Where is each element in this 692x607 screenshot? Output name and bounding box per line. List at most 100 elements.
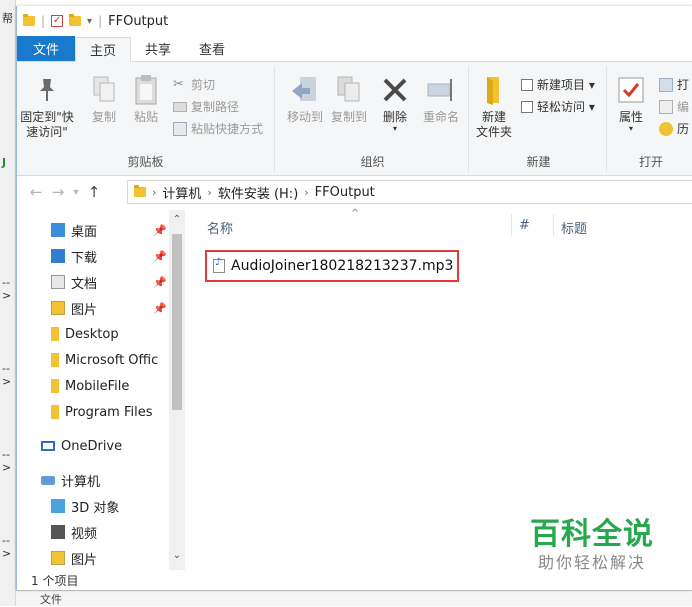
3d-objects-icon bbox=[51, 499, 65, 513]
new-folder-icon[interactable] bbox=[69, 14, 82, 26]
ribbon-tabs: 文件 主页 共享 查看 bbox=[17, 36, 692, 62]
clipboard-group: 固定到"快速访问" 复制 粘贴 ✂ 剪切 复制路径 粘贴快捷方式 剪贴板 bbox=[17, 66, 275, 172]
rename-button[interactable]: 重命名 bbox=[419, 74, 463, 125]
column-divider[interactable] bbox=[511, 214, 512, 236]
tab-share[interactable]: 共享 bbox=[131, 36, 185, 61]
nav-item-label: MobileFile bbox=[65, 378, 130, 394]
recent-locations-chevron-icon[interactable]: ▾ bbox=[69, 187, 83, 198]
up-arrow-icon[interactable]: ↑ bbox=[83, 183, 105, 201]
open-group-label: 打开 bbox=[638, 155, 663, 169]
properties-button[interactable]: 属性 ▾ bbox=[615, 74, 647, 133]
nav-pane-scrollbar[interactable]: ⌃ ⌄ bbox=[169, 210, 185, 570]
delete-button[interactable]: 删除 ▾ bbox=[379, 74, 411, 133]
tab-file[interactable]: 文件 bbox=[17, 36, 76, 61]
nav-item-videos[interactable]: 视频 bbox=[51, 520, 169, 544]
address-bar[interactable]: › 计算机 › 软件安装 (H:) › FFOutput bbox=[127, 180, 692, 204]
nav-item-pictures[interactable]: 图片 📌 bbox=[51, 296, 169, 320]
chevron-down-icon: ▾ bbox=[392, 124, 397, 133]
separator: | bbox=[41, 14, 46, 28]
column-header-number[interactable]: # bbox=[519, 218, 530, 233]
move-to-icon bbox=[289, 74, 321, 106]
copy-label: 复制 bbox=[91, 110, 116, 124]
file-name: AudioJoiner180218213237.mp3 bbox=[231, 258, 454, 274]
new-item-label: 新建项目 ▾ bbox=[537, 78, 595, 92]
column-header-title[interactable]: 标题 bbox=[561, 218, 587, 237]
watermark: 百科全说 助你轻松解决 bbox=[517, 518, 667, 574]
open-button[interactable]: 打 bbox=[659, 76, 689, 93]
nav-item-label: 图片 bbox=[71, 302, 98, 318]
nav-item-onedrive[interactable]: OneDrive bbox=[41, 434, 169, 458]
nav-item-label: Desktop bbox=[65, 326, 119, 342]
background-fragment: J bbox=[2, 156, 7, 169]
tab-view[interactable]: 查看 bbox=[185, 36, 239, 61]
open-group: 属性 ▾ 打 编 历 打开 bbox=[609, 66, 692, 172]
copy-path-icon bbox=[173, 101, 187, 112]
paste-shortcut-button[interactable]: 粘贴快捷方式 bbox=[173, 120, 263, 137]
properties-label: 属性 bbox=[618, 110, 643, 124]
customize-toolbar-icon[interactable]: ▾ bbox=[87, 16, 92, 27]
paste-shortcut-label: 粘贴快捷方式 bbox=[191, 122, 264, 136]
move-to-button[interactable]: 移动到 bbox=[283, 74, 327, 125]
sort-caret-icon: ^ bbox=[351, 208, 360, 219]
title-bar: | ✓ ▾ | FFOutput bbox=[17, 6, 692, 36]
watermark-title: 百科全说 bbox=[530, 517, 654, 552]
easy-access-button[interactable]: 轻松访问 ▾ bbox=[521, 98, 595, 115]
nav-item-desktop[interactable]: 桌面 📌 bbox=[51, 218, 169, 242]
cut-label: 剪切 bbox=[191, 78, 216, 92]
nav-item-folder[interactable]: Program Files bbox=[51, 400, 169, 424]
copy-path-button[interactable]: 复制路径 bbox=[173, 98, 239, 115]
new-folder-icon bbox=[478, 74, 510, 106]
scroll-down-arrow-icon[interactable]: ⌄ bbox=[169, 550, 185, 561]
tab-home[interactable]: 主页 bbox=[75, 37, 132, 62]
breadcrumb-computer[interactable]: 计算机 bbox=[162, 183, 201, 202]
breadcrumb-drive[interactable]: 软件安装 (H:) bbox=[218, 183, 298, 202]
breadcrumb-current-folder[interactable]: FFOutput bbox=[315, 185, 375, 200]
nav-item-folder[interactable]: Microsoft Offic bbox=[51, 348, 169, 372]
breadcrumb-separator: › bbox=[207, 185, 212, 199]
document-icon bbox=[51, 275, 65, 289]
paste-button[interactable]: 粘贴 bbox=[129, 74, 163, 125]
nav-item-label: OneDrive bbox=[61, 438, 123, 454]
nav-item-folder[interactable]: Desktop bbox=[51, 322, 169, 346]
nav-item-pictures[interactable]: 图片 bbox=[51, 546, 169, 570]
nav-item-computer[interactable]: 计算机 bbox=[41, 468, 169, 492]
forward-arrow-icon[interactable]: → bbox=[47, 183, 69, 201]
background-fragment: 文件 bbox=[40, 593, 62, 606]
copy-to-icon bbox=[333, 74, 365, 106]
pictures-icon bbox=[51, 301, 65, 315]
desktop-icon bbox=[51, 223, 65, 237]
nav-item-folder[interactable]: MobileFile bbox=[51, 374, 169, 398]
cut-button[interactable]: ✂ 剪切 bbox=[173, 76, 215, 93]
nav-item-documents[interactable]: 文档 📌 bbox=[51, 270, 169, 294]
history-button[interactable]: 历 bbox=[659, 120, 689, 137]
pin-icon: 📌 bbox=[153, 301, 167, 315]
nav-item-downloads[interactable]: 下载 📌 bbox=[51, 244, 169, 268]
folder-icon bbox=[51, 327, 59, 341]
copy-button[interactable]: 复制 bbox=[87, 74, 121, 125]
new-folder-button[interactable]: 新建 文件夹 bbox=[473, 74, 515, 140]
move-to-label: 移动到 bbox=[286, 110, 323, 124]
copy-to-button[interactable]: 复制到 bbox=[327, 74, 371, 125]
edit-button[interactable]: 编 bbox=[659, 98, 689, 115]
download-icon bbox=[51, 249, 65, 263]
scroll-up-arrow-icon[interactable]: ⌃ bbox=[169, 214, 185, 225]
file-list: ^ 名称 # 标题 AudioJoiner180218213237.mp3 bbox=[185, 208, 692, 570]
column-header-name[interactable]: 名称 bbox=[207, 218, 233, 237]
copy-path-label: 复制路径 bbox=[191, 100, 240, 114]
new-folder-label: 新建 文件夹 bbox=[475, 110, 512, 139]
computer-icon bbox=[41, 475, 55, 485]
scrollbar-thumb[interactable] bbox=[172, 234, 182, 410]
new-item-button[interactable]: 新建项目 ▾ bbox=[521, 76, 595, 93]
watermark-subtitle: 助你轻松解决 bbox=[537, 553, 646, 572]
nav-item-label: 桌面 bbox=[71, 224, 98, 240]
file-row[interactable]: AudioJoiner180218213237.mp3 bbox=[205, 250, 459, 282]
properties-check-icon[interactable]: ✓ bbox=[51, 15, 64, 27]
column-divider[interactable] bbox=[553, 214, 554, 236]
background-fragment: --> bbox=[2, 276, 12, 302]
pictures-icon bbox=[51, 551, 65, 565]
back-arrow-icon[interactable]: ← bbox=[25, 183, 47, 201]
nav-item-3d-objects[interactable]: 3D 对象 bbox=[51, 494, 169, 518]
background-window-edge: 帮 --> --> --> --> J bbox=[0, 0, 16, 606]
pin-to-quick-access-button[interactable]: 固定到"快速访问" bbox=[20, 74, 74, 140]
open-label: 打 bbox=[677, 78, 690, 92]
